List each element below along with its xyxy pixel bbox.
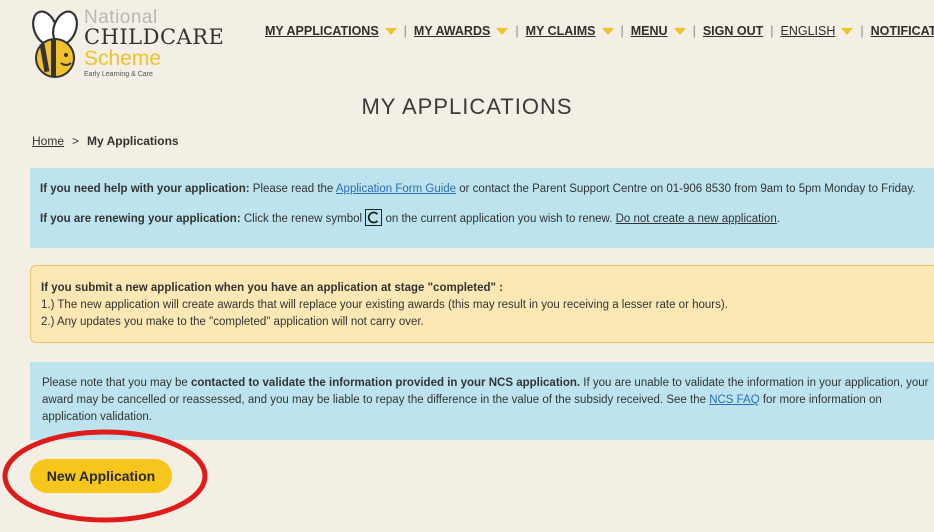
chevron-down-icon — [673, 28, 686, 36]
chevron-down-icon — [601, 28, 614, 36]
renew-icon — [365, 209, 383, 227]
nav-language-select[interactable]: ENGLISH — [780, 24, 854, 38]
nav-separator: | — [860, 24, 864, 38]
help-heading: If you need help with your application: — [40, 183, 250, 195]
warning-heading-text: If you submit a new application when you… — [41, 282, 504, 294]
validation-info-box: Please note that you may be contacted to… — [30, 362, 934, 440]
chevron-down-icon — [841, 28, 854, 36]
renew-heading: If you are renewing your application: — [40, 213, 241, 225]
application-form-guide-link[interactable]: Application Form Guide — [336, 183, 456, 195]
help-info-box: If you need help with your application: … — [30, 168, 934, 248]
top-navigation: MY APPLICATIONS | MY AWARDS | MY CLAIMS | MENU… — [265, 24, 934, 38]
nav-separator: | — [515, 24, 519, 38]
warning-heading: If you submit a new application when you… — [41, 280, 934, 297]
warning-item-1: 1.) The new application will create awar… — [41, 299, 728, 311]
bee-icon — [32, 10, 78, 78]
validation-text-pre: Please note that you may be — [42, 377, 191, 389]
logo-wordmark: National CHILDCARE Scheme Early Learning… — [84, 8, 224, 78]
nav-my-awards-label: MY AWARDS — [413, 24, 491, 38]
validation-text-bold: contacted to validate the information pr… — [190, 377, 581, 389]
nav-separator: | — [692, 24, 696, 38]
validation-text: Please note that you may be contacted to… — [42, 375, 934, 426]
completed-stage-warning-box: If you submit a new application when you… — [30, 265, 934, 343]
warning-item-2: 2.) Any updates you make to the "complet… — [41, 316, 424, 328]
chevron-down-icon — [496, 28, 509, 36]
logo-line-childcare: CHILDCARE — [84, 25, 225, 49]
nav-separator: | — [620, 24, 624, 38]
breadcrumb: Home > My Applications — [32, 134, 179, 148]
nav-my-awards[interactable]: MY AWARDS — [413, 24, 509, 38]
renew-line: If you are renewing your application: Cl… — [40, 209, 934, 228]
breadcrumb-current: My Applications — [87, 134, 179, 148]
nav-sign-out[interactable]: SIGN OUT — [703, 24, 763, 38]
breadcrumb-home-link[interactable]: Home — [32, 134, 64, 148]
logo-tagline: Early Learning & Care — [84, 71, 153, 78]
renew-text-end: . — [776, 213, 780, 225]
logo-line-scheme: Scheme — [84, 47, 162, 70]
nav-my-applications-label: MY APPLICATIONS — [265, 24, 379, 38]
help-line: If you need help with your application: … — [40, 181, 934, 198]
nav-separator: | — [403, 24, 407, 38]
do-not-create-link[interactable]: Do not create a new application — [616, 213, 777, 225]
ncs-logo[interactable]: National CHILDCARE Scheme Early Learning… — [30, 8, 224, 80]
chevron-down-icon — [384, 28, 397, 36]
page-title: MY APPLICATIONS — [361, 94, 573, 119]
nav-menu-label: MENU — [630, 24, 668, 38]
help-text-contact: or contact the Parent Support Centre on … — [456, 183, 916, 195]
renew-text: Click the renew symbol — [240, 213, 366, 225]
breadcrumb-separator: > — [72, 134, 80, 148]
nav-menu[interactable]: MENU — [631, 24, 686, 38]
nav-my-applications[interactable]: MY APPLICATIONS — [265, 24, 397, 38]
nav-language-label: ENGLISH — [780, 24, 836, 38]
ncs-faq-link[interactable]: NCS FAQ — [709, 394, 759, 406]
nav-separator: | — [770, 24, 774, 38]
nav-notifications[interactable]: NOTIFICATIONS — [871, 24, 934, 38]
nav-my-claims-label: MY CLAIMS — [525, 24, 596, 38]
nav-my-claims[interactable]: MY CLAIMS — [526, 24, 614, 38]
new-application-button[interactable]: New Application — [30, 459, 172, 493]
renew-text-mid: on the current application you wish to r… — [382, 213, 616, 225]
help-text: Please read the — [249, 183, 336, 195]
